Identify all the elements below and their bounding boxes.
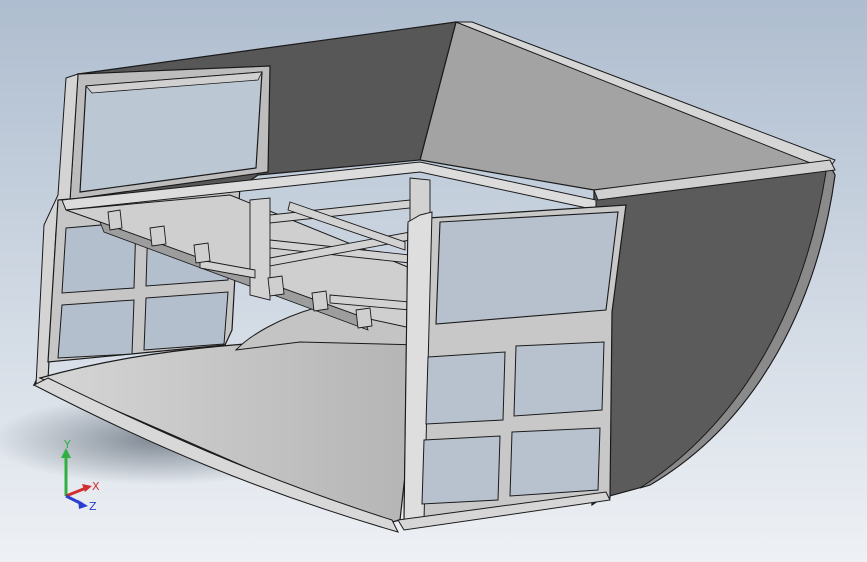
cad-viewport[interactable]: Y X Z bbox=[0, 0, 867, 562]
z-axis-label: Z bbox=[89, 500, 97, 513]
y-axis-label: Y bbox=[63, 440, 71, 451]
right-upper-opening bbox=[435, 211, 619, 325]
right-window-4 bbox=[509, 427, 601, 497]
x-axis-arrowhead bbox=[82, 484, 92, 492]
lower-left-window-3 bbox=[57, 299, 135, 359]
view-triad[interactable]: Y X Z bbox=[52, 440, 112, 520]
lower-left-window-4 bbox=[143, 291, 229, 351]
model-view[interactable] bbox=[0, 0, 867, 562]
right-window-1 bbox=[425, 351, 506, 425]
right-window-2 bbox=[513, 341, 605, 417]
x-axis-label: X bbox=[92, 480, 100, 493]
z-axis-arrowhead bbox=[78, 500, 88, 509]
right-window-3 bbox=[421, 435, 501, 505]
x-axis-arrow bbox=[65, 486, 87, 498]
